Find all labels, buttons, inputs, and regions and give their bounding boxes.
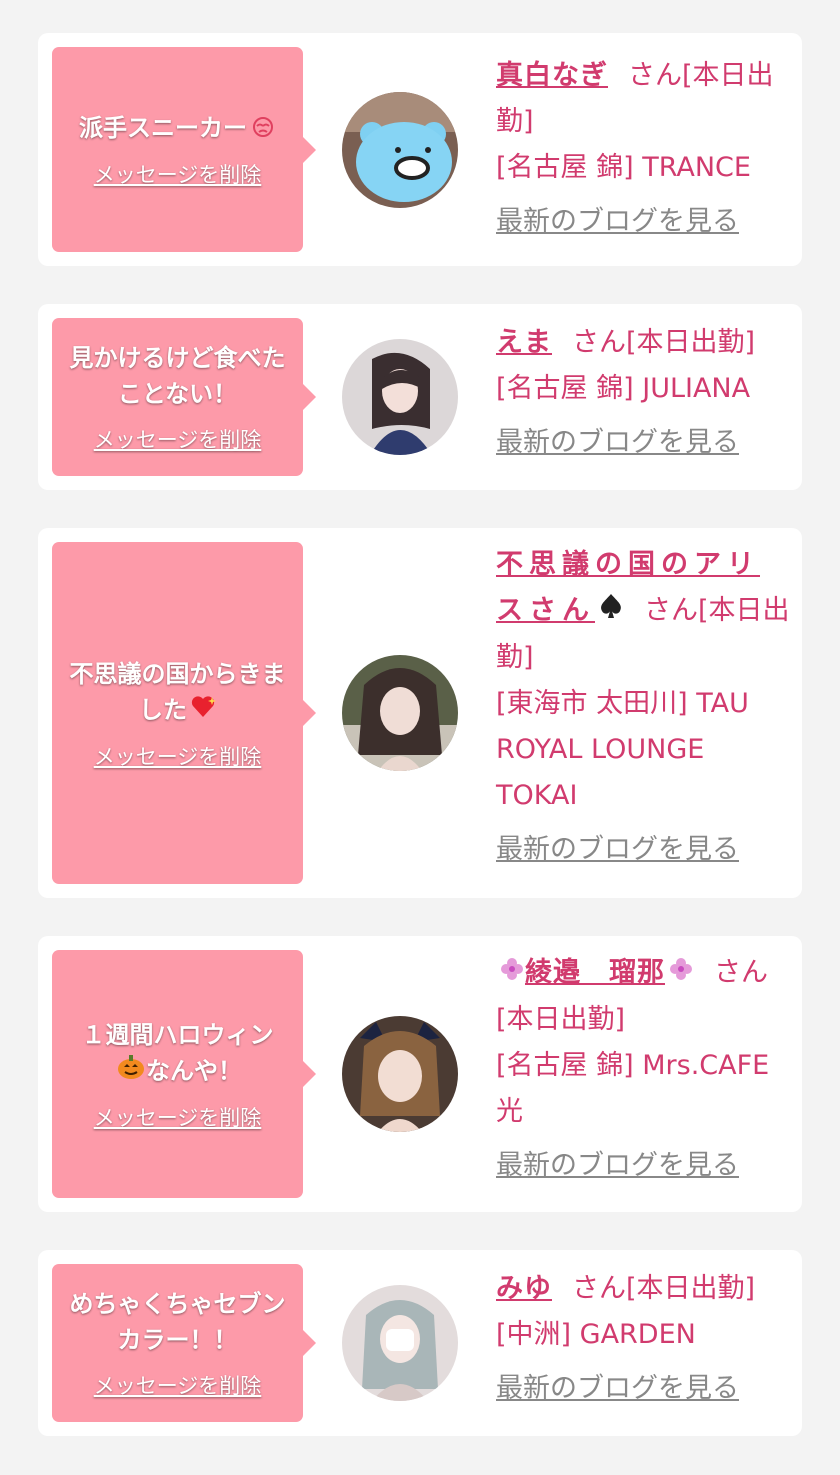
cast-info: 綾邉 瑠那 さん[本日出勤] [名古屋 錦] Mrs.CAFE 光 最新のブログを… [496, 950, 792, 1183]
message-text: めちゃくちゃセブンカラー！！ [69, 1290, 286, 1354]
flower-icon [499, 951, 525, 997]
avatar[interactable] [342, 655, 458, 771]
cast-name-link[interactable]: みゆ [496, 1273, 552, 1304]
message-text: 派手スニーカー [79, 110, 276, 147]
latest-blog-link[interactable]: 最新のブログを見る [496, 833, 792, 867]
message-card: 不思議の国からきました メッセージを削除 不思議の国のアリスさん さん[本日出勤]… [38, 528, 802, 898]
avatar[interactable] [342, 339, 458, 455]
delete-message-button[interactable]: メッセージを削除 [94, 424, 262, 454]
delete-message-button[interactable]: メッセージを削除 [94, 159, 262, 189]
shop-name: [東海市 太田川] TAU ROYAL LOUNGE TOKAI [496, 687, 749, 811]
message-bubble: 不思議の国からきました メッセージを削除 [52, 542, 316, 884]
sparkling-heart-icon [190, 693, 216, 729]
cast-name-link[interactable]: 綾邉 瑠那 [496, 957, 694, 988]
message-card: めちゃくちゃセブンカラー！！ メッセージを削除 みゆ さん[本日出勤] [中洲] … [38, 1250, 802, 1436]
cast-info: えま さん[本日出勤] [名古屋 錦] JULIANA 最新のブログを見る [496, 320, 792, 460]
delete-message-button[interactable]: メッセージを削除 [94, 1102, 262, 1132]
shop-name: [名古屋 錦] TRANCE [496, 152, 751, 183]
cast-info: 真白なぎ さん[本日出勤] [名古屋 錦] TRANCE 最新のブログを見る [496, 53, 792, 239]
message-card: １週間ハロウィン なんや！ メッセージを削除 綾邉 瑠那 さん[本日出勤] [名古屋… [38, 936, 802, 1212]
tearful-face-icon [250, 111, 276, 147]
cast-info: みゆ さん[本日出勤] [中洲] GARDEN 最新のブログを見る [496, 1266, 792, 1406]
latest-blog-link[interactable]: 最新のブログを見る [496, 1372, 792, 1406]
cast-info: 不思議の国のアリスさん さん[本日出勤] [東海市 太田川] TAU ROYAL … [496, 542, 792, 867]
delete-message-button[interactable]: メッセージを削除 [94, 1370, 262, 1400]
shop-name: [名古屋 錦] Mrs.CAFE 光 [496, 1049, 770, 1127]
delete-message-button[interactable]: メッセージを削除 [94, 741, 262, 771]
cast-status: さん[本日出勤] [572, 1273, 756, 1304]
message-bubble: 派手スニーカー メッセージを削除 [52, 47, 316, 252]
latest-blog-link[interactable]: 最新のブログを見る [496, 1149, 792, 1183]
flower-icon [668, 951, 694, 997]
pumpkin-icon [116, 1054, 146, 1090]
message-text: 見かけるけど食べたことない！ [69, 344, 286, 408]
message-bubble: 見かけるけど食べたことない！ メッセージを削除 [52, 318, 316, 476]
latest-blog-link[interactable]: 最新のブログを見る [496, 426, 792, 460]
message-bubble: めちゃくちゃセブンカラー！！ メッセージを削除 [52, 1264, 316, 1422]
cast-name-link[interactable]: 真白なぎ [496, 60, 608, 91]
cast-name-link[interactable]: えま [496, 327, 552, 358]
shop-name: [中洲] GARDEN [496, 1319, 696, 1350]
message-list: 派手スニーカー メッセージを削除 真白なぎ さん[本日出勤] [名古屋 錦] TR… [0, 0, 840, 1475]
shop-name: [名古屋 錦] JULIANA [496, 373, 751, 404]
latest-blog-link[interactable]: 最新のブログを見る [496, 205, 792, 239]
cast-status: さん[本日出勤] [572, 327, 756, 358]
avatar[interactable] [342, 1285, 458, 1401]
spade-icon [598, 589, 624, 635]
message-text: 不思議の国からきました [60, 656, 295, 729]
message-text: １週間ハロウィン なんや！ [82, 1017, 274, 1090]
message-card: 派手スニーカー メッセージを削除 真白なぎ さん[本日出勤] [名古屋 錦] TR… [38, 33, 802, 266]
message-card: 見かけるけど食べたことない！ メッセージを削除 えま さん[本日出勤] [名古屋 … [38, 304, 802, 490]
avatar[interactable] [342, 1016, 458, 1132]
message-bubble: １週間ハロウィン なんや！ メッセージを削除 [52, 950, 316, 1198]
avatar[interactable] [342, 92, 458, 208]
